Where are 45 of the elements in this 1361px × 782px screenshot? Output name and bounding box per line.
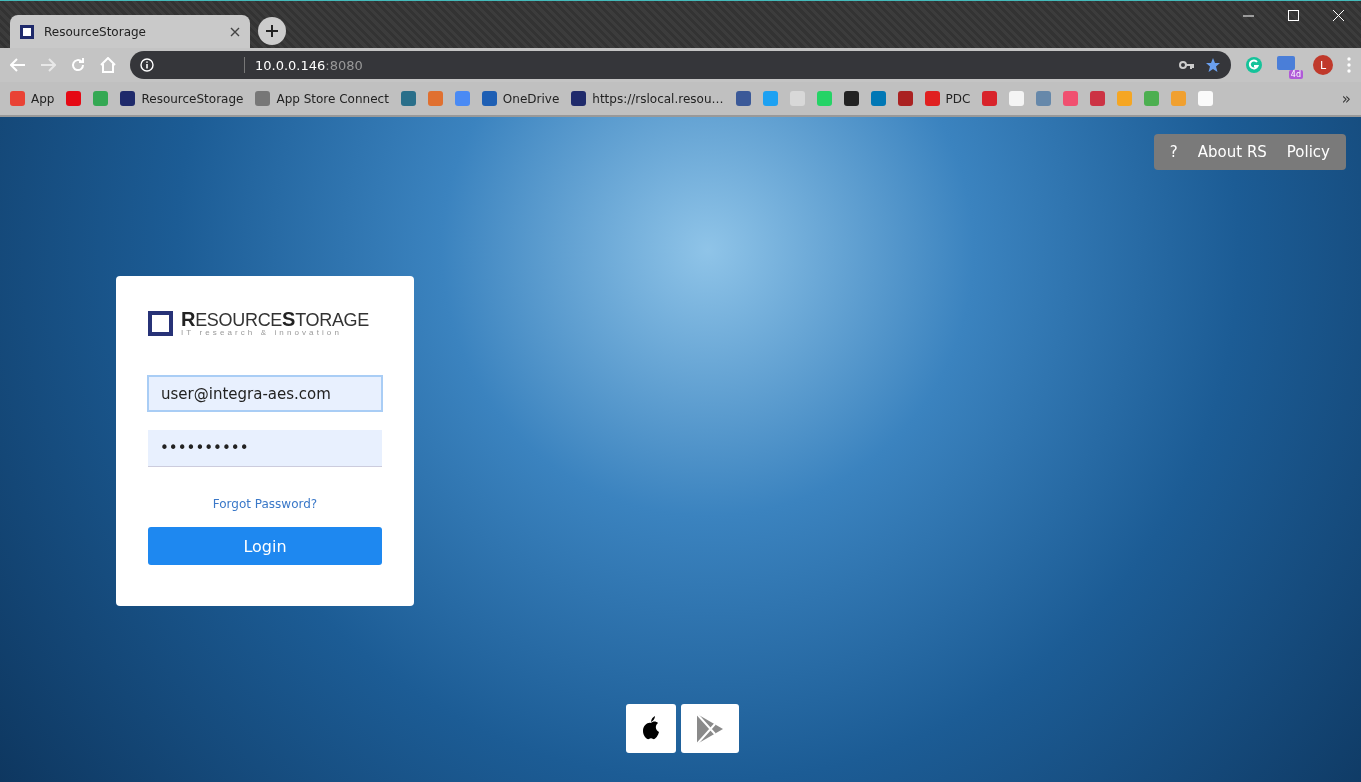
bookmark[interactable]: App Store Connect — [255, 91, 389, 106]
url-port: :8080 — [325, 57, 363, 73]
more-bookmarks-button[interactable]: » — [1341, 89, 1351, 108]
maximize-icon[interactable] — [1288, 10, 1299, 21]
bookmark-icon[interactable] — [843, 91, 859, 106]
extension-badge: 4d — [1288, 70, 1303, 79]
logo-square-icon — [148, 310, 173, 336]
nav-link[interactable]: Policy — [1276, 134, 1340, 170]
forgot-password-link[interactable]: Forgot Password? — [212, 497, 318, 511]
play-store-button[interactable] — [681, 704, 739, 753]
menu-icon[interactable] — [1347, 57, 1351, 73]
nav-link[interactable]: About RS — [1187, 134, 1277, 170]
back-arrow-icon[interactable] — [10, 58, 26, 72]
reload-icon[interactable] — [70, 57, 86, 73]
bookmark-icon[interactable] — [735, 91, 751, 106]
profile-avatar[interactable]: L — [1313, 55, 1333, 75]
nav-link[interactable]: ? — [1159, 134, 1188, 170]
bookmark[interactable]: OneDrive — [481, 91, 560, 106]
tab-title: ResourceStorage — [44, 24, 147, 39]
browser-tab[interactable]: ResourceStorage — [10, 15, 250, 48]
star-icon[interactable] — [1205, 57, 1221, 73]
logo-tagline: IT research & innovation — [181, 329, 343, 337]
bookmark[interactable]: https://rslocal.resou… — [571, 91, 724, 106]
bookmark-icon[interactable] — [897, 91, 913, 106]
close-icon[interactable] — [230, 26, 240, 37]
bookmark[interactable]: App — [10, 91, 55, 106]
extension-circle-icon[interactable] — [1245, 56, 1263, 74]
address-bar[interactable]: 10.0.0.146:8080 — [130, 51, 1231, 79]
favicon-icon — [20, 24, 34, 39]
play-triangle-icon — [695, 712, 725, 745]
plus-icon — [265, 24, 279, 38]
app-store-button[interactable] — [626, 704, 676, 753]
input-field[interactable]: user@integra-aes.com — [147, 375, 383, 412]
logo-name: RESOURCESTORAGE — [181, 309, 369, 329]
forward-arrow-icon[interactable] — [40, 58, 56, 72]
input-field[interactable]: •••••••••• — [148, 430, 382, 467]
key-icon[interactable] — [1179, 60, 1195, 70]
window-icon — [1277, 56, 1295, 70]
bookmark[interactable]: PDC — [924, 91, 971, 106]
bookmark[interactable]: ResourceStorage — [120, 91, 244, 106]
login-button[interactable]: Login — [148, 527, 382, 565]
home-icon[interactable] — [100, 57, 116, 73]
info-icon — [140, 58, 154, 72]
new-tab-button[interactable] — [258, 17, 286, 45]
url-host: 10.0.0.146 — [255, 57, 326, 73]
